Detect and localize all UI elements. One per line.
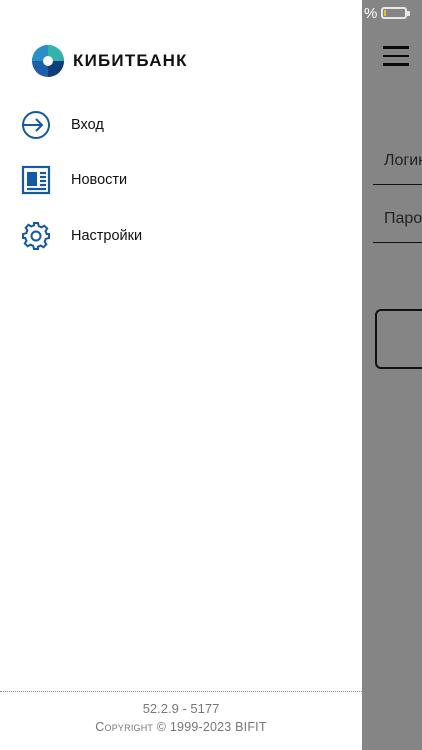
- app-version: 52.2.9 - 5177: [142, 701, 220, 716]
- menu-label-settings: Настройки: [71, 228, 143, 244]
- menu-item-news[interactable]: Новости: [0, 154, 362, 206]
- gear-icon: [20, 220, 52, 252]
- menu-label-news: Новости: [71, 172, 128, 188]
- footer-divider: [0, 691, 362, 692]
- newspaper-icon: [20, 164, 52, 196]
- menu-label-login: Вход: [71, 117, 104, 133]
- login-arrow-icon: [20, 109, 52, 141]
- bank-logo-mark-icon: [32, 45, 64, 77]
- menu-item-settings[interactable]: Настройки: [0, 210, 362, 262]
- battery-percent: %: [364, 4, 378, 22]
- status-bar: %: [358, 0, 422, 26]
- navigation-drawer: КИБИТБАНК Вход Новости Настройки 52.2.9 …: [0, 0, 362, 750]
- battery-icon: [381, 7, 411, 19]
- copyright-text: Copyright © 1999-2023 BIFIT: [95, 720, 267, 734]
- bank-name: КИБИТБАНК: [73, 51, 188, 70]
- menu-item-login[interactable]: Вход: [0, 99, 362, 151]
- bank-logo: КИБИТБАНК: [31, 44, 188, 78]
